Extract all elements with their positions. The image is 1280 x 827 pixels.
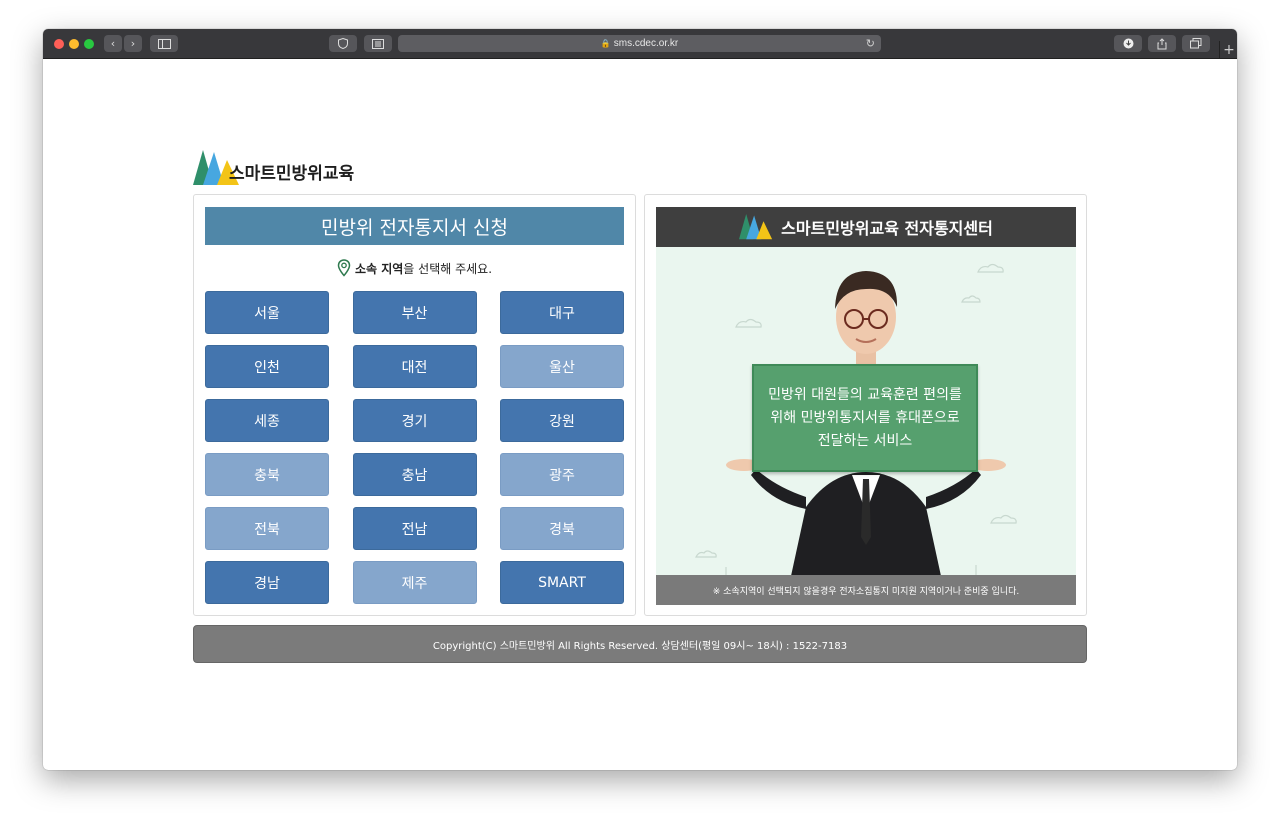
region-button[interactable]: 제주 [352, 561, 477, 604]
region-button[interactable]: 강원 [500, 399, 624, 442]
downloads-button[interactable] [1114, 35, 1142, 52]
region-button[interactable]: 세종 [205, 399, 329, 442]
address-bar[interactable]: 🔒 sms.cdec.or.kr ↻ [398, 35, 881, 52]
board-line: 전달하는 서비스 [817, 432, 913, 449]
reader-icon [372, 38, 384, 49]
location-pin-icon [337, 259, 351, 277]
message-board: 민방위 대원들의 교육훈련 편의를 위해 민방위통지서를 휴대폰으로 전달하는 … [752, 364, 978, 472]
minimize-window-button[interactable] [69, 39, 79, 49]
board-line: 민방위 대원들의 교육훈련 편의를 [768, 386, 962, 403]
chevron-left-icon: ‹ [110, 37, 116, 50]
region-button[interactable]: 경기 [352, 399, 477, 442]
chevron-right-icon: › [130, 37, 136, 50]
region-button[interactable]: 충북 [205, 453, 329, 496]
site-logo[interactable]: 스마트민방위교육 [193, 150, 354, 186]
region-button[interactable]: 광주 [500, 453, 624, 496]
logo-mark-icon [739, 214, 773, 240]
reader-button[interactable] [364, 35, 392, 52]
maximize-window-button[interactable] [84, 39, 94, 49]
region-button[interactable]: 인천 [205, 345, 329, 388]
tabs-overview-button[interactable] [1182, 35, 1210, 52]
reload-icon[interactable]: ↻ [866, 37, 875, 50]
promo-illustration: 민방위 대원들의 교육훈련 편의를 위해 민방위통지서를 휴대폰으로 전달하는 … [656, 247, 1076, 576]
footer: Copyright(C) 스마트민방위 All Rights Reserved.… [193, 625, 1087, 663]
url-text: sms.cdec.or.kr [613, 38, 679, 49]
page-content: 스마트민방위교육 민방위 전자통지서 신청 소속 지역을 선택해 주세요. 서울… [43, 59, 1237, 770]
share-button[interactable] [1148, 35, 1176, 52]
region-button[interactable]: 경남 [205, 561, 329, 604]
download-icon [1123, 38, 1133, 49]
close-window-button[interactable] [54, 39, 64, 49]
region-button[interactable]: 전북 [205, 507, 329, 550]
region-button[interactable]: 대전 [352, 345, 477, 388]
region-button[interactable]: 대구 [500, 291, 624, 334]
hint-rest: 을 선택해 주세요. [403, 261, 493, 276]
share-icon [1157, 37, 1167, 49]
center-title: 스마트민방위교육 전자통지센터 [781, 219, 993, 238]
plus-icon: + [1223, 41, 1235, 58]
sidebar-icon [157, 38, 171, 49]
privacy-shield-button[interactable] [329, 35, 357, 52]
region-hint: 소속 지역을 선택해 주세요. [194, 259, 635, 277]
forward-button[interactable]: › [124, 35, 142, 52]
notice-application-panel: 민방위 전자통지서 신청 소속 지역을 선택해 주세요. 서울 부산 대구인천 대전 울… [193, 194, 636, 616]
logo-text: 스마트민방위교육 [229, 164, 355, 184]
sidebar-toggle-button[interactable] [150, 35, 178, 52]
board-line: 위해 민방위통지서를 휴대폰으로 [770, 409, 960, 426]
notice-center-panel: 스마트민방위교육 전자통지센터 민방위 대원들의 교육훈련 편의를 위해 민방위… [644, 194, 1087, 616]
lock-icon: 🔒 [600, 39, 611, 48]
back-button[interactable]: ‹ [104, 35, 122, 52]
new-tab-button[interactable]: + [1219, 41, 1237, 58]
center-title-bar: 스마트민방위교육 전자통지센터 [656, 207, 1076, 247]
region-button[interactable]: 부산 [352, 291, 477, 334]
region-button[interactable]: 경북 [500, 507, 624, 550]
tabs-icon [1190, 38, 1202, 49]
region-notice: ※ 소속지역이 선택되지 않을경우 전자소집통지 미지원 지역이거나 준비중 입… [656, 575, 1076, 605]
hint-bold: 소속 지역 [354, 261, 404, 276]
browser-window: ‹ › 🔒 sms.cdec.or.kr ↻ + 스마트민방위교육 민방위 전자… [43, 29, 1237, 770]
region-button[interactable]: SMART [500, 561, 624, 604]
shield-icon [338, 38, 348, 49]
panel-title: 민방위 전자통지서 신청 [205, 207, 624, 245]
region-button[interactable]: 전남 [352, 507, 477, 550]
region-button[interactable]: 서울 [205, 291, 329, 334]
region-button[interactable]: 충남 [352, 453, 477, 496]
browser-toolbar: ‹ › 🔒 sms.cdec.or.kr ↻ + [43, 29, 1237, 59]
region-button[interactable]: 울산 [500, 345, 624, 388]
